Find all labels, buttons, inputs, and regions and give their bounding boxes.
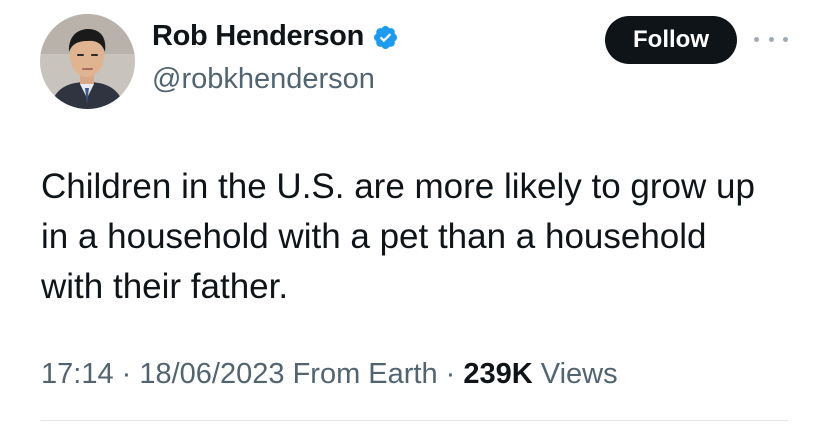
more-dot bbox=[754, 36, 759, 42]
tweet-text-line: in a household with a pet than a househo… bbox=[41, 217, 707, 256]
author-handle[interactable]: @robkhenderson bbox=[152, 63, 375, 96]
tweet-text-line: with their father. bbox=[41, 267, 289, 306]
verified-badge-icon[interactable] bbox=[372, 24, 399, 51]
meta-separator: · bbox=[437, 358, 464, 390]
author-name-row: Rob Henderson bbox=[152, 20, 399, 53]
follow-button[interactable]: Follow bbox=[605, 16, 737, 64]
tweet-text: Children in the U.S. are more likely to … bbox=[41, 162, 801, 312]
author-display-name[interactable]: Rob Henderson bbox=[152, 20, 364, 53]
tweet-date[interactable]: 18/06/2023 bbox=[139, 358, 284, 390]
more-dots-icon[interactable] bbox=[754, 24, 788, 54]
tweet-time[interactable]: 17:14 bbox=[41, 358, 114, 390]
views-label: Views bbox=[540, 358, 618, 390]
meta-separator: · bbox=[113, 358, 140, 390]
avatar-image bbox=[40, 14, 135, 109]
more-dot bbox=[783, 36, 788, 42]
tweet-meta: 17:14 · 18/06/2023 From Earth · 239K Vie… bbox=[41, 358, 618, 391]
avatar[interactable] bbox=[40, 14, 135, 109]
views-count[interactable]: 239K bbox=[463, 358, 532, 390]
more-dot bbox=[768, 36, 774, 42]
tweet-card: Rob Henderson @robkhenderson Follow Chil… bbox=[0, 0, 828, 430]
divider bbox=[41, 420, 788, 421]
tweet-source: From Earth bbox=[292, 358, 438, 390]
tweet-text-line: Children in the U.S. are more likely to … bbox=[41, 167, 755, 206]
